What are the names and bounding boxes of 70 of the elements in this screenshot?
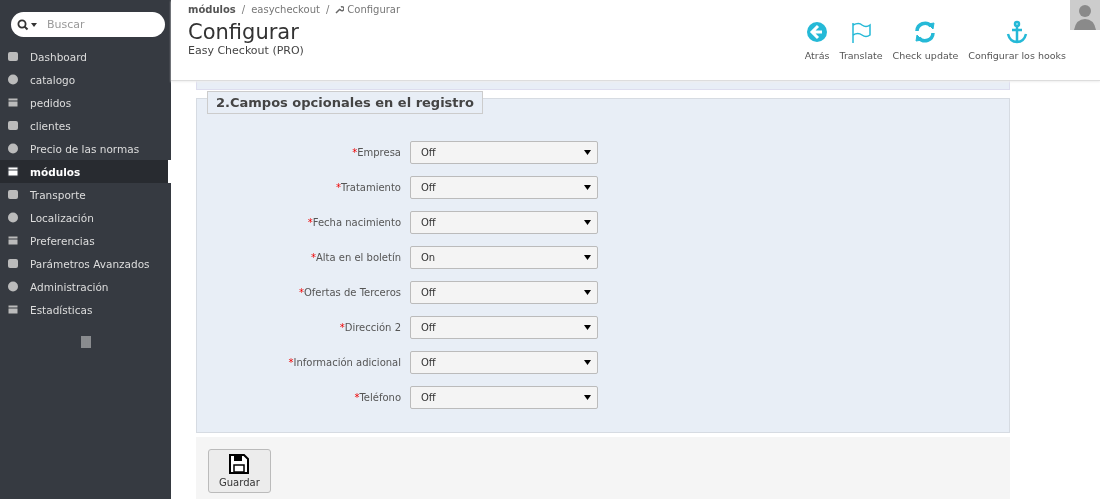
page-title: Configurar [188, 21, 300, 45]
menu-icon [7, 51, 19, 62]
select-field[interactable]: Off [410, 176, 598, 199]
sidebar-item[interactable]: módulos [0, 160, 171, 183]
anchor-icon [1005, 20, 1030, 44]
caret-icon [584, 255, 591, 260]
sidebar-item[interactable]: Preferencias [0, 229, 171, 252]
field-label: *Información adicional [287, 357, 402, 368]
menu-icon [7, 281, 19, 292]
menu-icon [7, 97, 19, 108]
sidebar-item[interactable]: clientes [0, 114, 171, 137]
wrench-icon [335, 5, 345, 14]
toolbar-button[interactable]: Configurar los hooks [968, 20, 1066, 61]
sidebar-item[interactable]: Estadísticas [0, 298, 171, 321]
collapse-icon[interactable] [80, 336, 91, 348]
sidebar-item[interactable]: Dashboard [0, 45, 171, 68]
caret-icon [584, 290, 591, 295]
flag-icon [849, 20, 874, 44]
menu-icon [7, 235, 19, 246]
select-field[interactable]: Off [410, 281, 598, 304]
select-field[interactable]: Off [410, 141, 598, 164]
toolbar-button[interactable]: Translate [839, 20, 883, 61]
field-label: *Dirección 2 [338, 322, 402, 333]
panel-legend: 2.Campos opcionales en el registro [207, 91, 483, 114]
field-label: *Fecha nacimiento [306, 217, 402, 228]
select-field[interactable]: Off [410, 351, 598, 374]
sidebar-item[interactable]: Precio de las normas [0, 137, 171, 160]
back-icon [805, 20, 830, 44]
menu-icon [7, 212, 19, 223]
breadcrumb-link[interactable]: Configurar [347, 4, 401, 15]
sidebar-item[interactable]: Administración [0, 275, 171, 298]
field-label: *Ofertas de Terceros [297, 287, 402, 298]
refresh-icon [913, 20, 938, 44]
menu-icon [7, 304, 19, 315]
select-field[interactable]: On [410, 246, 598, 269]
caret-icon [584, 395, 591, 400]
sidebar-item[interactable]: Localización [0, 206, 171, 229]
menu-icon [7, 74, 19, 85]
menu-icon [7, 120, 19, 131]
select-field[interactable]: Off [410, 316, 598, 339]
save-button[interactable]: Guardar [208, 449, 271, 493]
caret-icon [584, 150, 591, 155]
caret-icon [584, 185, 591, 190]
breadcrumb-separator: / [325, 4, 330, 15]
sidebar-item[interactable]: pedidos [0, 91, 171, 114]
page-subtitle: Easy Checkout (PRO) [188, 44, 305, 58]
menu-icon [7, 166, 19, 177]
menu-icon [7, 189, 19, 200]
sidebar-item[interactable]: catalogo [0, 68, 171, 91]
select-field[interactable]: Off [410, 211, 598, 234]
breadcrumb-separator: / [241, 4, 246, 15]
sidebar-item[interactable]: Transporte [0, 183, 171, 206]
search-icon[interactable] [17, 19, 39, 31]
caret-icon [584, 360, 591, 365]
field-label: *Tratamiento [335, 182, 402, 193]
field-label: *Teléfono [353, 392, 402, 403]
select-field[interactable]: Off [410, 386, 598, 409]
sidebar-item[interactable]: Parámetros Avanzados [0, 252, 171, 275]
search-field[interactable]: Buscar [11, 12, 165, 37]
avatar-icon[interactable] [1070, 0, 1100, 30]
toolbar-button[interactable]: Atrás [804, 20, 830, 61]
field-label: *Alta en el boletín [309, 252, 402, 263]
menu-icon [7, 143, 19, 154]
caret-icon [584, 325, 591, 330]
breadcrumb-link[interactable]: módulos [188, 4, 236, 15]
field-label: *Empresa [351, 147, 402, 158]
breadcrumb-link[interactable]: easycheckout [251, 4, 320, 15]
toolbar-button[interactable]: Check update [892, 20, 959, 61]
caret-icon [584, 220, 591, 225]
menu-icon [7, 258, 19, 269]
